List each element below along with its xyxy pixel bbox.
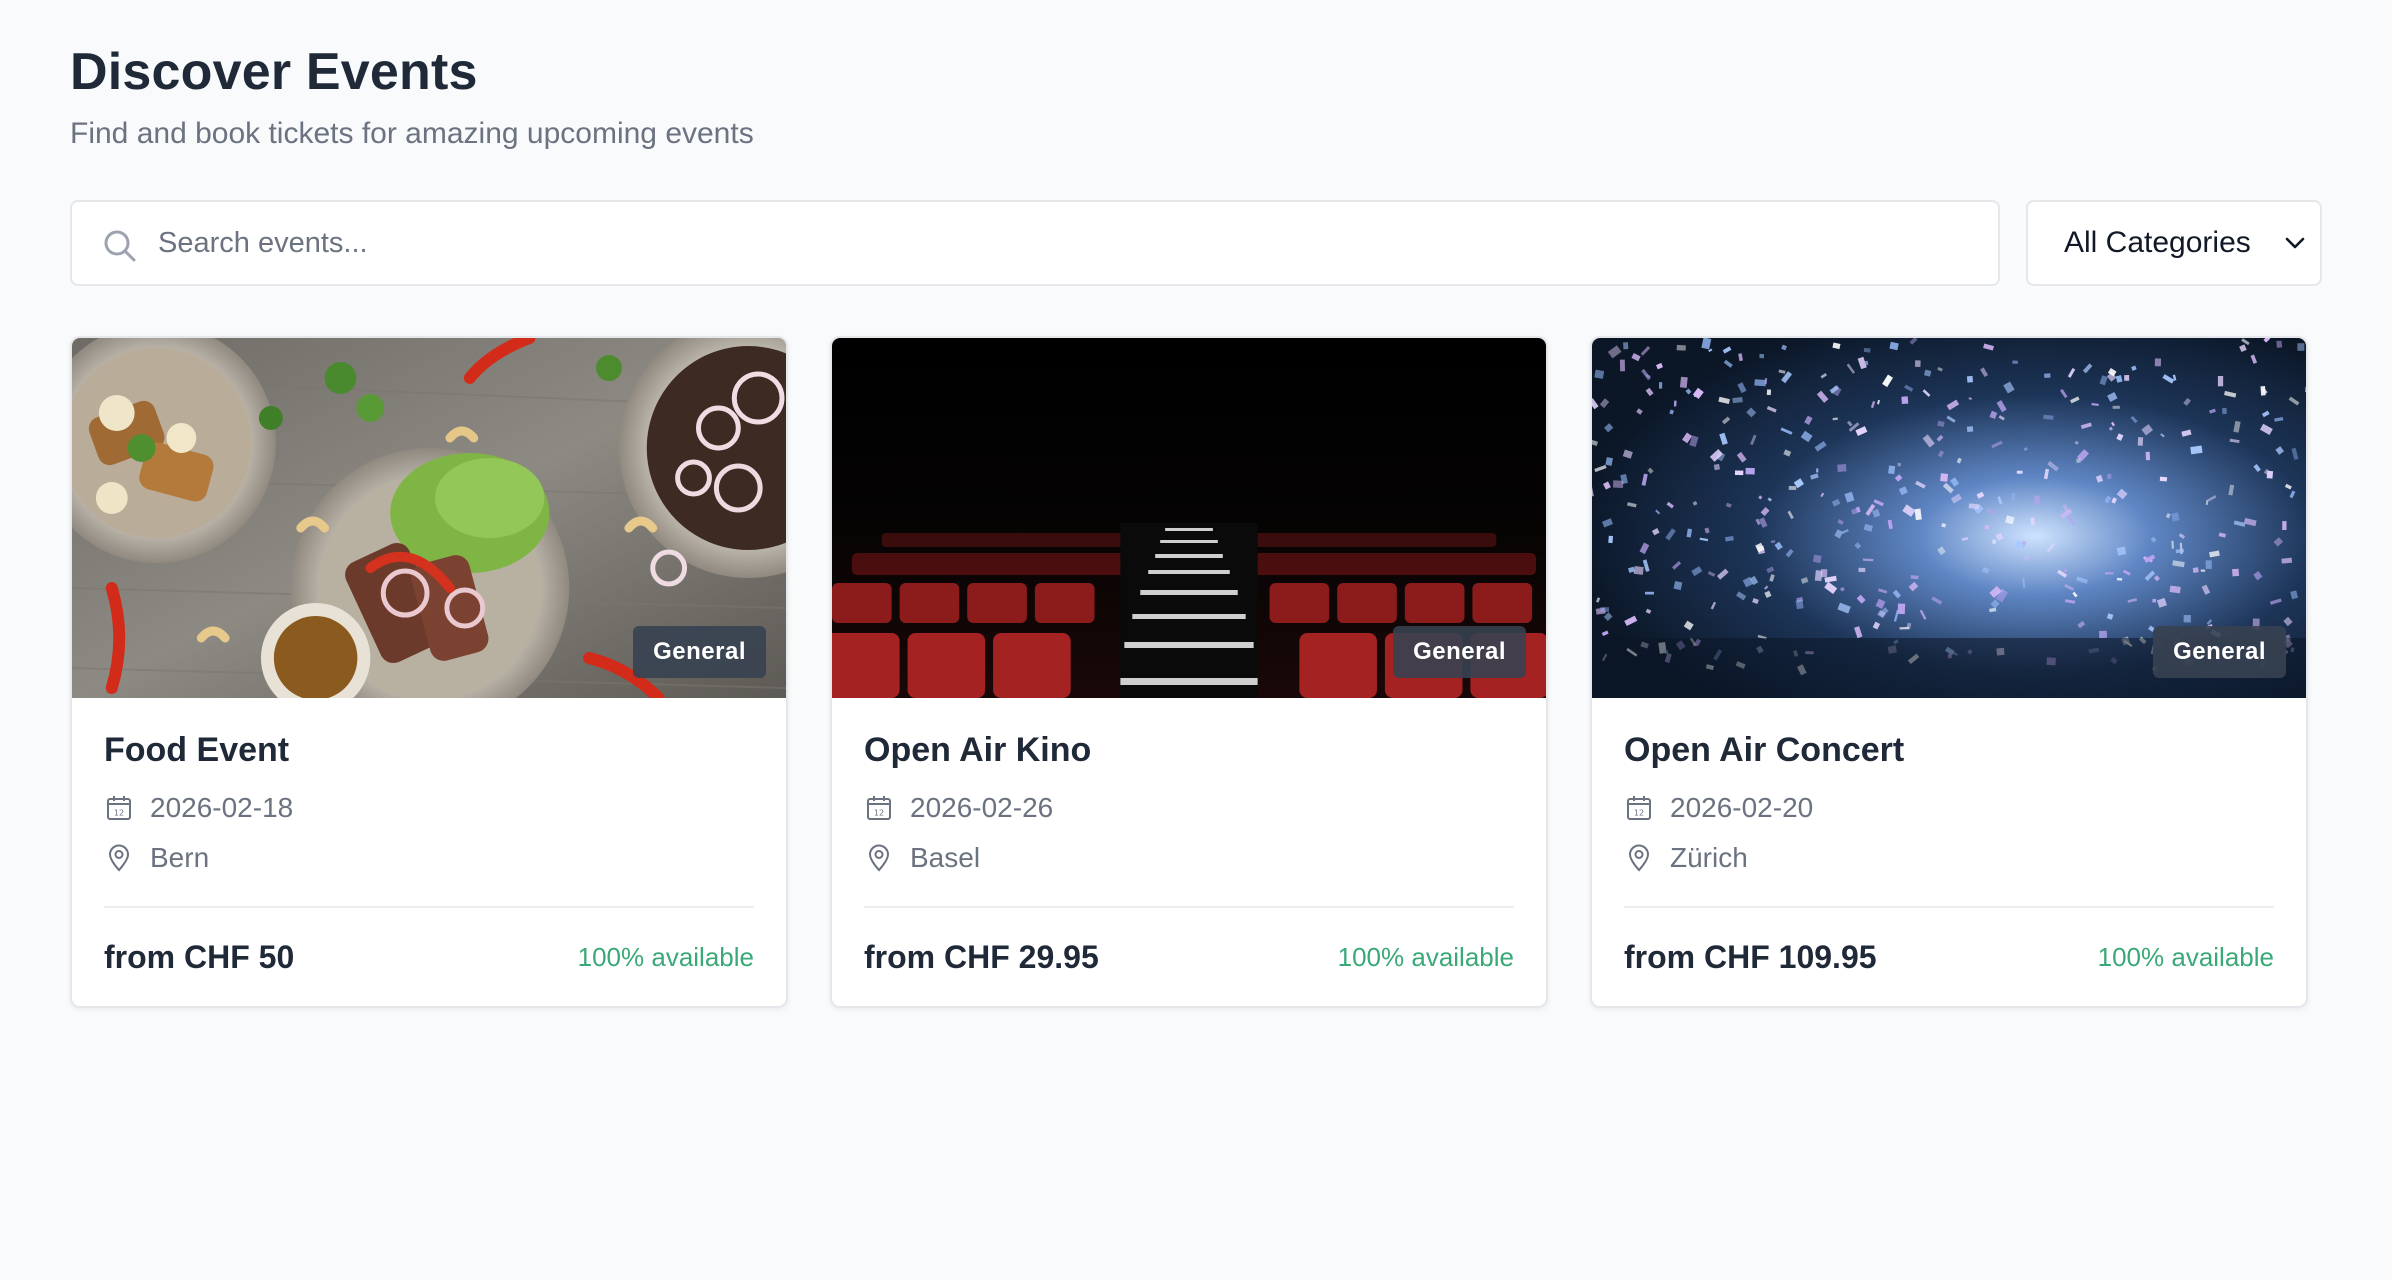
event-image-concert: General — [1592, 338, 2306, 698]
svg-text:12: 12 — [114, 809, 124, 818]
location-pin-icon — [1628, 844, 1650, 872]
page-subtitle: Find and book tickets for amazing upcomi… — [70, 117, 754, 150]
event-date-text: 2026-02-18 — [150, 792, 294, 823]
event-location-text: Bern — [150, 842, 210, 873]
category-badge: General — [2153, 626, 2286, 678]
search-box[interactable] — [70, 200, 2000, 286]
event-date: 12 2026-02-20 — [1624, 788, 2274, 828]
search-icon — [104, 230, 136, 262]
event-grid: General Food Event 12 2026-02-18 Bern fr… — [70, 336, 2322, 1008]
event-location-text: Zürich — [1670, 842, 1748, 873]
event-card-footer: from CHF 29.95 100% available — [864, 908, 1514, 1006]
location-pin-icon — [868, 844, 890, 872]
calendar-icon: 12 — [867, 796, 891, 820]
event-date: 12 2026-02-26 — [864, 788, 1514, 828]
calendar-icon: 12 — [107, 796, 131, 820]
event-card[interactable]: General Food Event 12 2026-02-18 Bern fr… — [70, 336, 788, 1008]
category-select-value: All Categories — [2064, 226, 2251, 259]
page-title: Discover Events — [70, 43, 478, 101]
chevron-down-icon — [2285, 237, 2305, 249]
svg-text:12: 12 — [1634, 809, 1644, 818]
event-card-footer: from CHF 109.95 100% available — [1624, 908, 2274, 1006]
filter-bar: All Categories — [70, 200, 2322, 286]
event-location-text: Basel — [910, 842, 981, 873]
event-availability: 100% available — [1337, 941, 1514, 972]
event-date-text: 2026-02-26 — [910, 792, 1054, 823]
events-page: Discover Events Find and book tickets fo… — [0, 0, 2392, 1280]
event-card[interactable]: General Open Air Concert 12 2026-02-20 Z… — [1590, 336, 2308, 1008]
event-card-body: Open Air Kino 12 2026-02-26 Basel from C… — [832, 698, 1546, 1006]
search-input[interactable] — [72, 203, 1998, 283]
event-card-body: Open Air Concert 12 2026-02-20 Zürich fr… — [1592, 698, 2306, 1006]
event-card-body: Food Event 12 2026-02-18 Bern from CHF 5… — [72, 698, 786, 1006]
category-select[interactable]: All Categories — [2026, 200, 2322, 286]
event-price: from CHF 50 — [104, 938, 295, 975]
svg-text:12: 12 — [874, 809, 884, 818]
category-badge: General — [633, 626, 766, 678]
event-title: Open Air Kino — [864, 731, 1092, 769]
event-card-footer: from CHF 50 100% available — [104, 908, 754, 1006]
event-title: Food Event — [104, 731, 290, 769]
event-card[interactable]: General Open Air Kino 12 2026-02-26 Base… — [830, 336, 1548, 1008]
event-availability: 100% available — [2097, 941, 2274, 972]
event-location: Basel — [864, 838, 1514, 878]
event-price: from CHF 29.95 — [864, 938, 1099, 975]
event-image-food: General — [72, 338, 786, 698]
event-location: Zürich — [1624, 838, 2274, 878]
event-date: 12 2026-02-18 — [104, 788, 754, 828]
location-pin-icon — [108, 844, 130, 872]
event-location: Bern — [104, 838, 754, 878]
event-date-text: 2026-02-20 — [1670, 792, 1814, 823]
calendar-icon: 12 — [1627, 796, 1651, 820]
event-title: Open Air Concert — [1624, 731, 1905, 769]
event-availability: 100% available — [577, 941, 754, 972]
event-price: from CHF 109.95 — [1624, 938, 1877, 975]
category-badge: General — [1393, 626, 1526, 678]
event-image-cinema: General — [832, 338, 1546, 698]
